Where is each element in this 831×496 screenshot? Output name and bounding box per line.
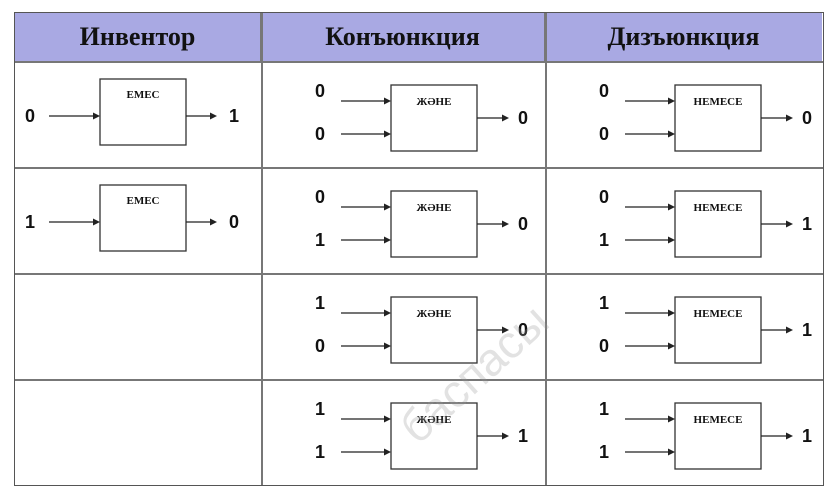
bit-value: 1 [229, 106, 239, 126]
arrow-icon [668, 415, 675, 423]
arrow-icon [502, 326, 509, 334]
arrow-icon [502, 432, 509, 440]
arrow-icon [668, 203, 675, 211]
bit-value: 1 [599, 442, 609, 462]
arrow-icon [502, 114, 509, 122]
bit-value: 1 [315, 399, 325, 419]
arrow-icon [384, 415, 391, 423]
gate-label: ЕМЕС [127, 89, 160, 101]
gate-label: ЖӘНЕ [417, 96, 452, 108]
gate-box [390, 296, 478, 364]
gate-label: ЕМЕС [127, 195, 160, 207]
disjunction-diagram: НЕМЕСЕ 0 1 1 [599, 187, 812, 258]
arrow-icon [384, 130, 391, 138]
conjunction-diagram: ЖӘНЕ 0 0 0 [315, 81, 528, 152]
bit-value: 1 [315, 293, 325, 313]
disjunction-diagram: НЕМЕСЕ 1 0 1 [599, 293, 812, 364]
arrow-icon [786, 326, 793, 334]
arrow-icon [93, 112, 100, 120]
conjunction-diagram: ЖӘНЕ 1 1 1 [315, 399, 528, 470]
arrow-icon [210, 112, 217, 120]
bit-value: 0 [599, 81, 609, 101]
bit-value: 1 [599, 399, 609, 419]
conjunction-diagram: ЖӘНЕ 1 0 0 [315, 293, 528, 364]
header-disjunction: Дизъюнкция [545, 13, 822, 61]
arrow-icon [93, 218, 100, 226]
bit-value: 0 [802, 108, 812, 128]
gate-box [390, 402, 478, 470]
arrow-icon [786, 220, 793, 228]
arrow-icon [668, 342, 675, 350]
arrow-icon [384, 342, 391, 350]
bit-value: 0 [518, 214, 528, 234]
bit-value: 0 [315, 81, 325, 101]
gate-box [390, 84, 478, 152]
header-inverter: Инвентор [15, 13, 261, 61]
arrow-icon [668, 448, 675, 456]
bit-value: 0 [315, 187, 325, 207]
arrow-icon [668, 130, 675, 138]
arrow-icon [668, 236, 675, 244]
arrow-icon [384, 97, 391, 105]
arrow-icon [786, 432, 793, 440]
arrow-icon [668, 97, 675, 105]
gate-box [674, 190, 762, 258]
logic-gate-table: Инвентор Конъюнкция Дизъюнкция ЕМЕС 0 1 ЕМЕ… [14, 12, 824, 486]
bit-value: 0 [599, 187, 609, 207]
bit-value: 1 [25, 212, 35, 232]
bit-value: 0 [518, 108, 528, 128]
bit-value: 1 [599, 293, 609, 313]
bit-value: 0 [518, 320, 528, 340]
bit-value: 0 [599, 336, 609, 356]
gate-label: НЕМЕСЕ [694, 414, 743, 426]
bit-value: 1 [802, 426, 812, 446]
gate-label: НЕМЕСЕ [694, 308, 743, 320]
bit-value: 1 [802, 320, 812, 340]
bit-value: 0 [599, 124, 609, 144]
gate-label: ЖӘНЕ [417, 414, 452, 426]
bit-value: 0 [315, 336, 325, 356]
bit-value: 1 [315, 442, 325, 462]
gate-box [674, 84, 762, 152]
gate-label: ЖӘНЕ [417, 308, 452, 320]
inverter-diagram: ЕМЕС 0 1 [25, 78, 239, 146]
arrow-icon [210, 218, 217, 226]
bit-value: 0 [25, 106, 35, 126]
gate-label: ЖӘНЕ [417, 202, 452, 214]
arrow-icon [384, 448, 391, 456]
gate-box [674, 296, 762, 364]
arrow-icon [384, 203, 391, 211]
disjunction-diagram: НЕМЕСЕ 0 0 0 [599, 81, 812, 152]
arrow-icon [786, 114, 793, 122]
inverter-diagram: ЕМЕС 1 0 [25, 184, 239, 252]
bit-value: 0 [229, 212, 239, 232]
bit-value: 1 [802, 214, 812, 234]
bit-value: 1 [599, 230, 609, 250]
gate-box [390, 190, 478, 258]
bit-value: 0 [315, 124, 325, 144]
gate-box [674, 402, 762, 470]
arrow-icon [384, 236, 391, 244]
bit-value: 1 [518, 426, 528, 446]
gate-label: НЕМЕСЕ [694, 202, 743, 214]
gate-label: НЕМЕСЕ [694, 96, 743, 108]
bit-value: 1 [315, 230, 325, 250]
conjunction-diagram: ЖӘНЕ 0 1 0 [315, 187, 528, 258]
arrow-icon [502, 220, 509, 228]
arrow-icon [384, 309, 391, 317]
disjunction-diagram: НЕМЕСЕ 1 1 1 [599, 399, 812, 470]
header-conjunction: Конъюнкция [261, 13, 545, 61]
arrow-icon [668, 309, 675, 317]
